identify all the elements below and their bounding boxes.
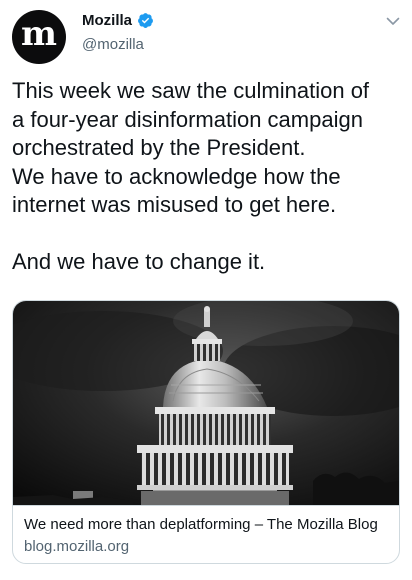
verified-badge-icon (138, 13, 153, 28)
link-card[interactable]: We need more than deplatforming – The Mo… (12, 300, 400, 564)
capitol-dome-image (13, 301, 399, 505)
author-handle[interactable]: @mozilla (82, 36, 144, 53)
tweet-text: This week we saw the culmination of a fo… (12, 78, 370, 274)
author-display-name[interactable]: Mozilla (82, 12, 132, 29)
author-name-row: Mozilla (82, 12, 154, 29)
link-card-meta: We need more than deplatforming – The Mo… (13, 505, 399, 563)
link-card-domain: blog.mozilla.org (24, 538, 130, 555)
link-card-title: We need more than deplatforming – The Mo… (24, 516, 378, 533)
avatar-letter: m (21, 14, 57, 54)
avatar[interactable]: m (12, 10, 66, 64)
chevron-down-icon[interactable] (385, 13, 401, 29)
